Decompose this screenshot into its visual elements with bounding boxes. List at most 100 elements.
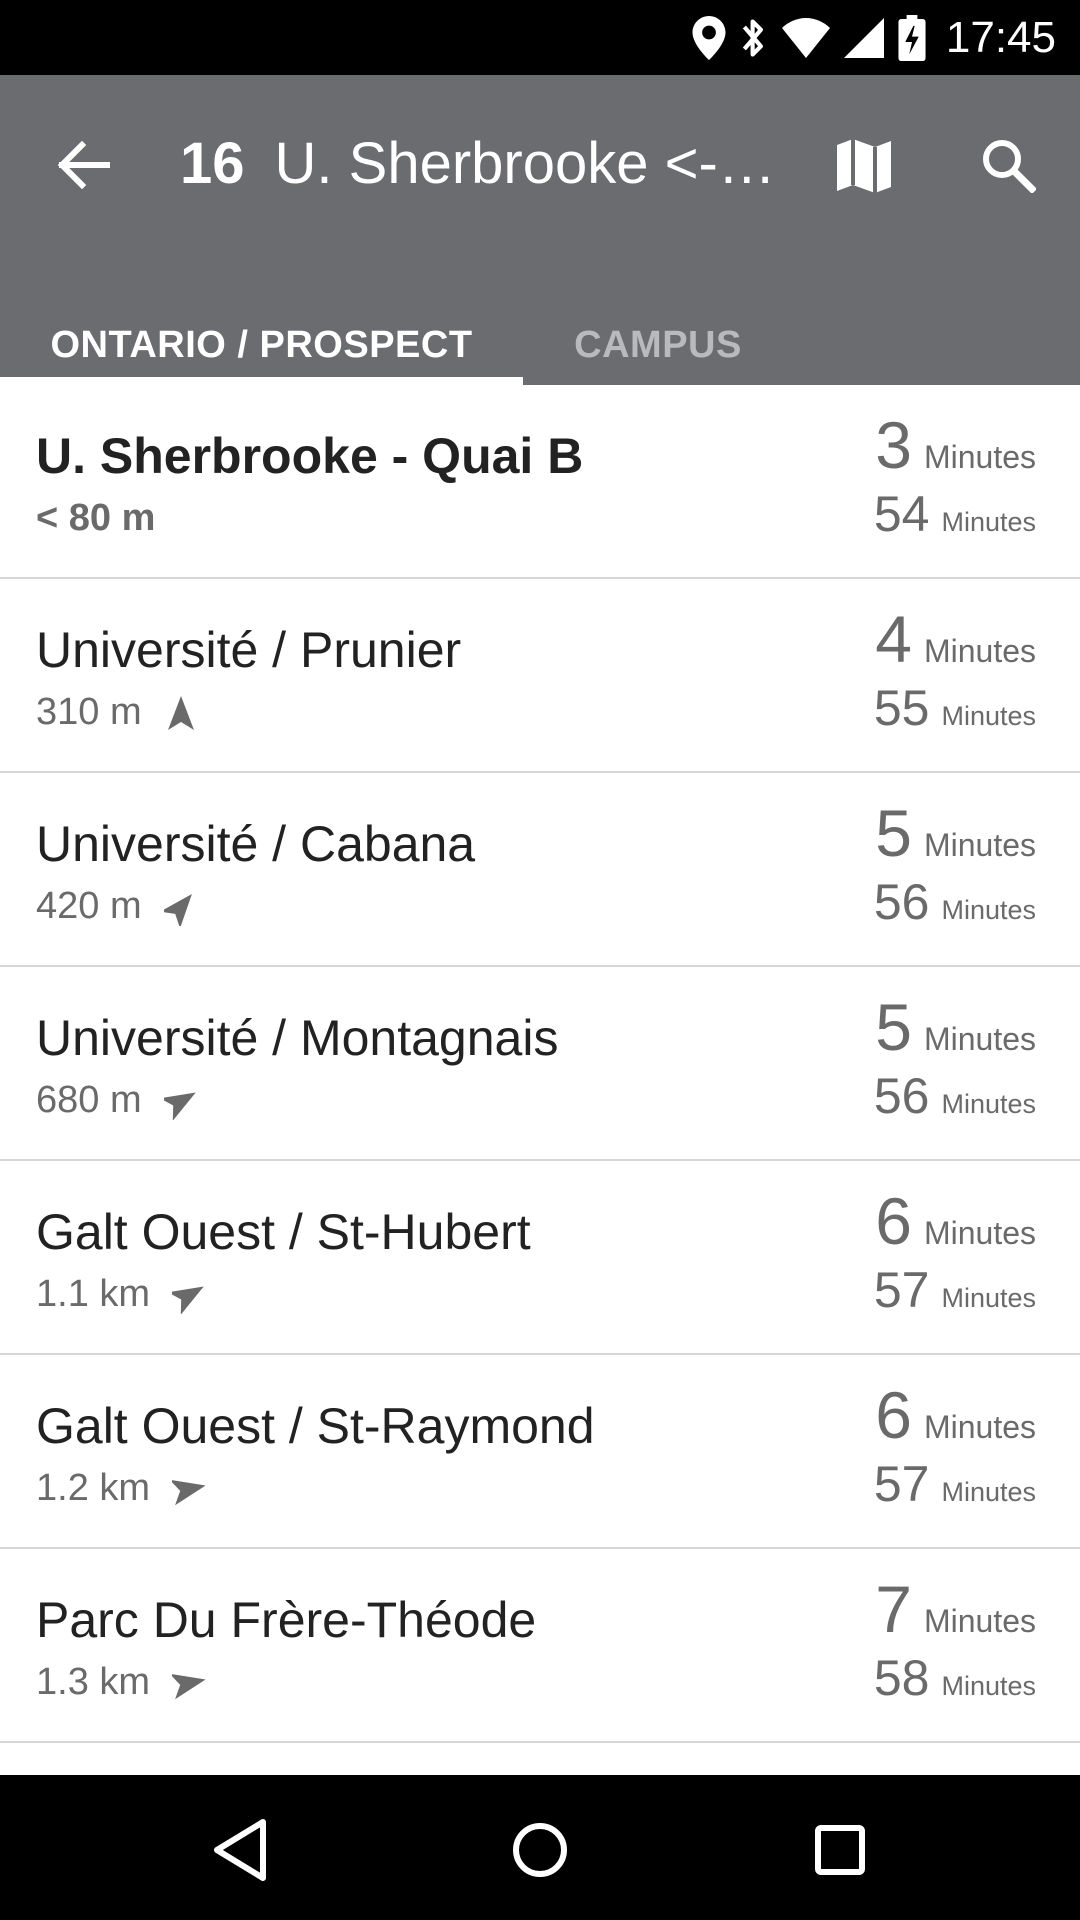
arrival-times: 5 Minutes 56 Minutes (776, 989, 1036, 1145)
following-arrival-unit: Minutes (941, 1477, 1036, 1507)
stop-distance: < 80 m (36, 497, 156, 539)
next-arrival-unit: Minutes (923, 1603, 1036, 1639)
nav-home-icon (513, 1823, 567, 1877)
next-arrival: 5 Minutes (776, 795, 1036, 873)
tab-indicator (0, 377, 523, 385)
next-arrival-value: 5 (875, 990, 912, 1064)
following-arrival-value: 54 (873, 486, 930, 542)
following-arrival-value: 57 (873, 1456, 930, 1512)
stop-distance: 1.1 km (36, 1273, 151, 1315)
stop-distance: 420 m (36, 885, 142, 927)
following-arrival: 56 Minutes (776, 873, 1036, 951)
stop-distance: 310 m (36, 691, 142, 733)
direction-arrow-icon (159, 888, 198, 928)
back-button[interactable] (44, 125, 124, 205)
stop-distance: 1.2 km (36, 1467, 151, 1509)
arrival-times: 4 Minutes 55 Minutes (776, 601, 1036, 757)
stop-distance-line: 1.1 km (36, 1273, 206, 1316)
stop-distance: 1.3 km (36, 1661, 151, 1703)
stop-row[interactable]: U. Sherbrooke - Quai B < 80 m 3 Minutes 54 Mi… (0, 385, 1080, 579)
route-name: U. Sherbrooke <->… (274, 130, 780, 196)
next-arrival-unit: Minutes (923, 1215, 1036, 1251)
direction-arrow-icon (159, 1082, 198, 1121)
battery-charging-icon (898, 14, 926, 61)
status-icons: 17:45 (692, 0, 1056, 75)
next-arrival: 3 Minutes (776, 407, 1036, 485)
next-arrival: 6 Minutes (776, 1377, 1036, 1455)
navigation-bar (0, 1775, 1080, 1920)
nav-home-button[interactable] (495, 1805, 585, 1895)
stop-row[interactable]: Parc Du Frère-Théode 1.3 km 7 Minutes 58 Minu… (0, 1549, 1080, 1743)
arrival-times: 6 Minutes 57 Minutes (776, 1183, 1036, 1339)
next-arrival: 4 Minutes (776, 601, 1036, 679)
stop-name: Galt Ouest / St-Raymond (36, 1398, 595, 1454)
next-arrival-unit: Minutes (923, 439, 1036, 475)
stop-distance-line: 1.3 km (36, 1661, 206, 1704)
next-arrival-value: 6 (875, 1378, 912, 1452)
following-arrival-unit: Minutes (941, 1671, 1036, 1701)
next-arrival-unit: Minutes (923, 633, 1036, 669)
status-bar: 17:45 (0, 0, 1080, 75)
direction-arrow-icon (167, 1276, 206, 1315)
stop-row[interactable]: Galt Ouest / St-Raymond 1.2 km 6 Minutes 57 M… (0, 1355, 1080, 1549)
arrival-times: 3 Minutes 54 Minutes (776, 407, 1036, 563)
following-arrival: 55 Minutes (776, 679, 1036, 757)
arrival-times: 7 Minutes 58 Minutes (776, 1571, 1036, 1727)
toolbar-row: 16 U. Sherbrooke <->… (0, 75, 1080, 245)
search-button[interactable] (968, 125, 1048, 205)
direction-tabs: ONTARIO / PROSPECT CAMPUS (0, 305, 1080, 385)
following-arrival-value: 55 (873, 680, 930, 736)
following-arrival: 54 Minutes (776, 485, 1036, 563)
next-arrival: 5 Minutes (776, 989, 1036, 1067)
stop-name: Université / Cabana (36, 816, 476, 872)
next-arrival-unit: Minutes (923, 1409, 1036, 1445)
stop-distance-line: < 80 m (36, 497, 155, 540)
next-arrival: 6 Minutes (776, 1183, 1036, 1261)
following-arrival-unit: Minutes (941, 895, 1036, 925)
following-arrival-value: 56 (873, 874, 930, 930)
direction-arrow-icon (164, 694, 198, 732)
search-icon (983, 140, 1036, 193)
tab-campus[interactable]: CAMPUS (523, 305, 793, 385)
following-arrival: 57 Minutes (776, 1455, 1036, 1533)
next-arrival: 7 Minutes (776, 1571, 1036, 1649)
following-arrival-unit: Minutes (941, 1089, 1036, 1119)
nav-recent-button[interactable] (795, 1805, 885, 1895)
stop-name: U. Sherbrooke - Quai B (36, 428, 584, 484)
stop-row[interactable]: Université / Montagnais 680 m 5 Minutes 56 Mi… (0, 967, 1080, 1161)
bluetooth-icon (740, 16, 768, 60)
map-button[interactable] (824, 125, 904, 205)
arrival-times: 5 Minutes 56 Minutes (776, 795, 1036, 951)
following-arrival-value: 56 (873, 1068, 930, 1124)
nav-recent-icon (815, 1825, 865, 1875)
nav-back-icon (214, 1819, 266, 1881)
following-arrival-value: 57 (873, 1262, 930, 1318)
app-toolbar: 16 U. Sherbrooke <->… ONTARIO / PROSPECT… (0, 75, 1080, 385)
stop-name: Galt Ouest / St-Hubert (36, 1204, 531, 1260)
stop-name: Université / Montagnais (36, 1010, 559, 1066)
following-arrival: 56 Minutes (776, 1067, 1036, 1145)
following-arrival-unit: Minutes (941, 701, 1036, 731)
stop-distance-line: 310 m (36, 691, 198, 734)
stop-row[interactable]: Université / Cabana 420 m 5 Minutes 56 Minute… (0, 773, 1080, 967)
direction-arrow-icon (169, 1470, 206, 1508)
following-arrival-unit: Minutes (941, 507, 1036, 537)
next-arrival-value: 5 (875, 796, 912, 870)
following-arrival: 58 Minutes (776, 1649, 1036, 1727)
following-arrival-unit: Minutes (941, 1283, 1036, 1313)
direction-arrow-icon (169, 1664, 206, 1702)
status-time: 17:45 (945, 12, 1056, 62)
tab-ontario-prospect[interactable]: ONTARIO / PROSPECT (0, 305, 523, 385)
map-icon (837, 139, 891, 193)
stop-distance: 680 m (36, 1079, 142, 1121)
stop-row[interactable]: Université / Prunier 310 m 4 Minutes 55 Minut… (0, 579, 1080, 773)
location-icon (692, 15, 726, 60)
next-arrival-value: 4 (875, 602, 912, 676)
stop-row[interactable]: Galt Ouest / St-Hubert 1.1 km 6 Minutes 57 Mi… (0, 1161, 1080, 1355)
nav-back-button[interactable] (196, 1805, 286, 1895)
next-arrival-unit: Minutes (923, 827, 1036, 863)
next-arrival-value: 3 (875, 408, 912, 482)
route-title: 16 U. Sherbrooke <->… (180, 123, 780, 203)
following-arrival-value: 58 (873, 1650, 930, 1706)
stop-distance-line: 680 m (36, 1079, 198, 1122)
